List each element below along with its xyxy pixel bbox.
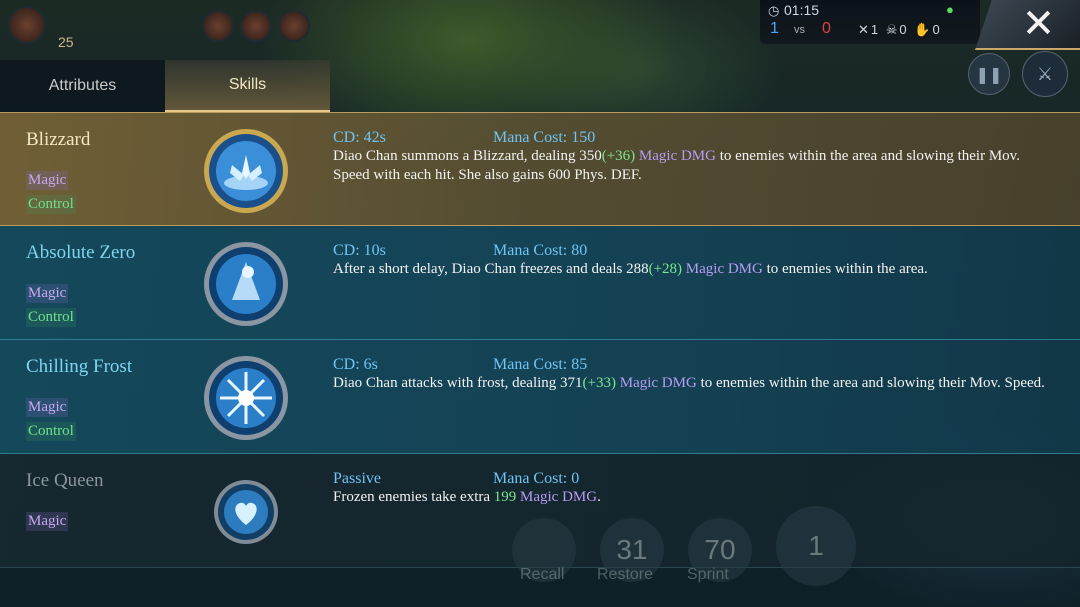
skill-name: Chilling Frost (26, 356, 133, 377)
blizzard-icon (202, 127, 290, 215)
skill-description: Frozen enemies take extra 199 Magic DMG. (333, 488, 1053, 507)
skill-row-absolute-zero[interactable]: Absolute Zero Magic Control CD: 10s Mana… (0, 226, 1080, 340)
skill-name: Absolute Zero (26, 242, 136, 263)
desc-bonus: (+36) (601, 148, 636, 164)
tab-attributes[interactable]: Attributes (0, 60, 165, 112)
chilling-frost-icon (202, 354, 290, 442)
deaths-icon: ☠ (885, 22, 900, 37)
skill-row-blizzard[interactable]: Blizzard Magic Control CD: 42s Mana Cost… (0, 112, 1080, 226)
desc-text: After a short delay, Diao Chan freezes a… (333, 261, 649, 277)
kda-stats: ✕1 ☠0 ✋0 (858, 22, 942, 38)
restore-value: 31 (616, 534, 648, 565)
hero-level: 25 (58, 34, 74, 50)
pause-icon: ❚❚ (975, 64, 1003, 84)
clock-icon: ◷ (768, 3, 780, 18)
red-team-score: 0 (822, 20, 831, 37)
hud-topbar: 25 ◷ 01:15 1 vs 0 ✕1 ☠0 ✋0 ● ✕ ❚❚ ⚔ Attr… (0, 0, 1080, 112)
kills-count: 1 (870, 22, 881, 37)
tag-magic: Magic (26, 512, 69, 531)
sprint-label: Sprint (687, 566, 729, 583)
sword-icon: ⚔ (1036, 63, 1054, 85)
desc-magic-dmg: Magic DMG (685, 261, 763, 277)
desc-text: to enemies within the area. (766, 261, 928, 277)
kills-icon: ✕ (858, 22, 871, 37)
skill-cooldown: CD: 10s (333, 242, 386, 259)
desc-magic-dmg: Magic DMG (520, 489, 598, 505)
desc-bonus: 199 (493, 489, 517, 505)
assists-count: 0 (932, 22, 942, 37)
scoreboard: ◷ 01:15 1 vs 0 ✕1 ☠0 ✋0 ● (760, 0, 980, 44)
ally-avatar (240, 10, 272, 42)
tab-bar: Attributes Skills (0, 60, 330, 112)
tag-control: Control (26, 195, 76, 214)
skill-description: Diao Chan attacks with frost, dealing 37… (333, 374, 1053, 393)
ice-queen-heart-icon (213, 479, 279, 545)
tag-control: Control (26, 422, 76, 441)
skill-name: Ice Queen (26, 470, 104, 491)
hero-avatar (8, 6, 46, 44)
desc-text: Diao Chan attacks with frost, dealing 37… (333, 375, 583, 391)
skill-cooldown: CD: 42s (333, 129, 386, 146)
tag-magic: Magic (26, 284, 69, 303)
tag-control: Control (26, 308, 76, 327)
skill-mana-cost: Mana Cost: 85 (493, 356, 588, 373)
sprint-value: 70 (704, 534, 736, 565)
restore-label: Restore (597, 566, 654, 583)
ally-avatar (202, 10, 234, 42)
skill-description: After a short delay, Diao Chan freezes a… (333, 260, 1053, 279)
desc-text: . (597, 489, 601, 505)
desc-bonus: (+28) (648, 261, 683, 277)
close-icon: ✕ (1021, 1, 1056, 47)
blue-team-score: 1 (770, 20, 779, 37)
skill-mana-cost: Mana Cost: 80 (493, 242, 588, 259)
close-button[interactable]: ✕ (975, 0, 1080, 50)
match-timer: 01:15 (784, 2, 820, 18)
desc-magic-dmg: Magic DMG (619, 375, 697, 391)
desc-text: to enemies within the area and slowing t… (700, 375, 1045, 391)
absolute-zero-icon (202, 240, 290, 328)
ultimate-button: 1 (776, 506, 856, 586)
skill-list: Blizzard Magic Control CD: 42s Mana Cost… (0, 112, 1080, 568)
skill-cooldown: CD: 6s (333, 356, 378, 373)
ally-avatar (278, 10, 310, 42)
skill-name: Blizzard (26, 129, 91, 150)
skill-mana-cost: Mana Cost: 150 (493, 129, 596, 146)
desc-text: Frozen enemies take extra (333, 489, 491, 505)
desc-magic-dmg: Magic DMG (638, 148, 716, 164)
tag-magic: Magic (26, 171, 69, 190)
vs-label: vs (794, 24, 805, 36)
desc-text: Diao Chan summons a Blizzard, dealing 35… (333, 148, 602, 164)
sword-button[interactable]: ⚔ (1022, 51, 1068, 97)
skill-mana-cost: Mana Cost: 0 (493, 470, 580, 487)
skill-passive-label: Passive (333, 470, 381, 487)
desc-bonus: (+33) (582, 375, 616, 391)
tag-magic: Magic (26, 398, 69, 417)
skill-row-chilling-frost[interactable]: Chilling Frost Magic Control CD: 6s Mana… (0, 340, 1080, 454)
ultimate-value: 1 (808, 530, 824, 561)
tab-skills[interactable]: Skills (165, 60, 330, 112)
deaths-count: 0 (899, 22, 909, 37)
assists-icon: ✋ (914, 22, 933, 37)
skill-description: Diao Chan summons a Blizzard, dealing 35… (333, 147, 1053, 185)
wifi-icon: ● (946, 2, 954, 17)
pause-button[interactable]: ❚❚ (968, 53, 1010, 95)
recall-label: Recall (520, 566, 565, 583)
